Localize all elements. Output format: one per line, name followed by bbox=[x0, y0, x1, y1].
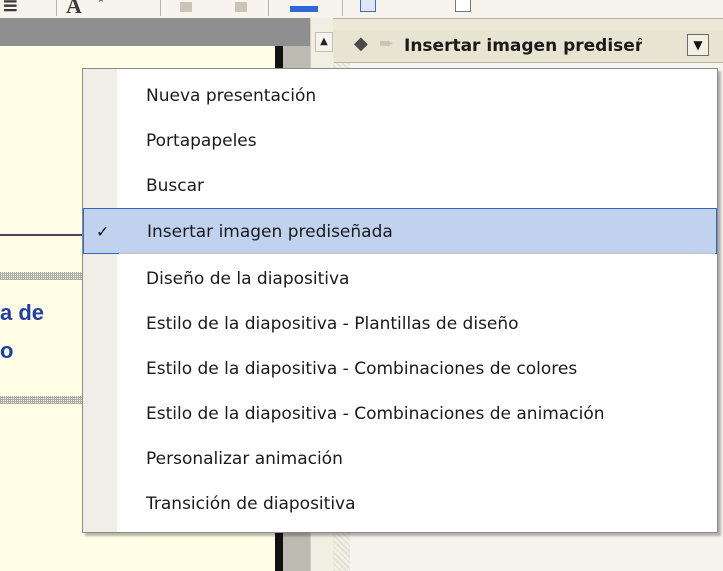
toolbar-separator bbox=[342, 0, 343, 16]
menu-item-label: Buscar bbox=[146, 176, 205, 196]
font-size-small-icon[interactable]: ˆ bbox=[98, 0, 104, 12]
slide-title-line1: a de bbox=[0, 300, 45, 325]
scroll-up-button[interactable]: ▲ bbox=[315, 32, 333, 52]
formatting-toolbar: ≡ A ˆ bbox=[0, 0, 723, 19]
menu-item[interactable]: Transición de diapositiva bbox=[83, 481, 717, 527]
menu-item-label: Estilo de la diapositiva - Combinaciones… bbox=[146, 404, 605, 424]
menu-item[interactable]: Nueva presentación bbox=[83, 73, 717, 119]
task-pane-title: Insertar imagen prediseñada bbox=[404, 36, 642, 56]
task-pane-dropdown-button[interactable]: ▼ bbox=[687, 34, 709, 56]
menu-item[interactable]: ✓ Insertar imagen prediseñada bbox=[83, 208, 717, 254]
menu-item[interactable]: Personalizar animación bbox=[83, 436, 717, 482]
slide-hatch-bottom bbox=[0, 396, 90, 404]
slide-divider-line bbox=[0, 234, 90, 236]
menu-item-label: Transición de diapositiva bbox=[146, 494, 356, 514]
menu-item[interactable]: Buscar bbox=[83, 163, 717, 209]
toolbar-separator bbox=[56, 0, 57, 16]
task-pane-header: ◆ ➨ Insertar imagen prediseñada ▼ bbox=[334, 30, 723, 63]
dropdown-arrow-icon: ▼ bbox=[693, 38, 703, 52]
toolbar-separator bbox=[160, 0, 161, 16]
menu-item-label: Estilo de la diapositiva - Combinaciones… bbox=[146, 359, 578, 379]
menu-item[interactable]: Estilo de la diapositiva - Combinaciones… bbox=[83, 346, 717, 392]
checkmark-icon: ✓ bbox=[96, 222, 110, 241]
font-color-icon[interactable] bbox=[290, 6, 318, 12]
menu-item-label: Personalizar animación bbox=[146, 449, 343, 469]
new-slide-button[interactable] bbox=[455, 0, 475, 12]
menu-item[interactable]: Portapapeles bbox=[83, 118, 717, 164]
forward-arrow-icon[interactable]: ➨ bbox=[379, 33, 394, 54]
design-button[interactable] bbox=[360, 0, 380, 12]
indent-right-icon[interactable] bbox=[235, 2, 247, 12]
toolbar-align-icon[interactable]: ≡ bbox=[2, 0, 19, 17]
back-arrow-icon[interactable]: ◆ bbox=[354, 33, 368, 54]
menu-item-label: Insertar imagen prediseñada bbox=[147, 222, 393, 242]
font-size-icon[interactable]: A bbox=[66, 0, 82, 18]
indent-left-icon[interactable] bbox=[180, 2, 192, 12]
slide-title[interactable]: a de o bbox=[0, 294, 44, 370]
menu-item-label: Estilo de la diapositiva - Plantillas de… bbox=[146, 314, 519, 334]
menu-item-label: Portapapeles bbox=[146, 131, 257, 151]
task-pane-menu: Nueva presentación Portapapeles Buscar ✓ Ins… bbox=[82, 68, 718, 533]
toolbar-separator bbox=[268, 0, 269, 16]
menu-item[interactable]: Estilo de la diapositiva - Combinaciones… bbox=[83, 391, 717, 437]
slide-hatch-top bbox=[0, 272, 90, 280]
menu-item[interactable]: Estilo de la diapositiva - Plantillas de… bbox=[83, 301, 717, 347]
menu-separator bbox=[119, 253, 715, 254]
slide-title-line2: o bbox=[0, 338, 14, 363]
slide-pane-header bbox=[0, 18, 310, 46]
menu-item[interactable]: Diseño de la diapositiva bbox=[83, 256, 717, 302]
menu-item-label: Nueva presentación bbox=[146, 86, 317, 106]
menu-item-label: Diseño de la diapositiva bbox=[146, 269, 350, 289]
